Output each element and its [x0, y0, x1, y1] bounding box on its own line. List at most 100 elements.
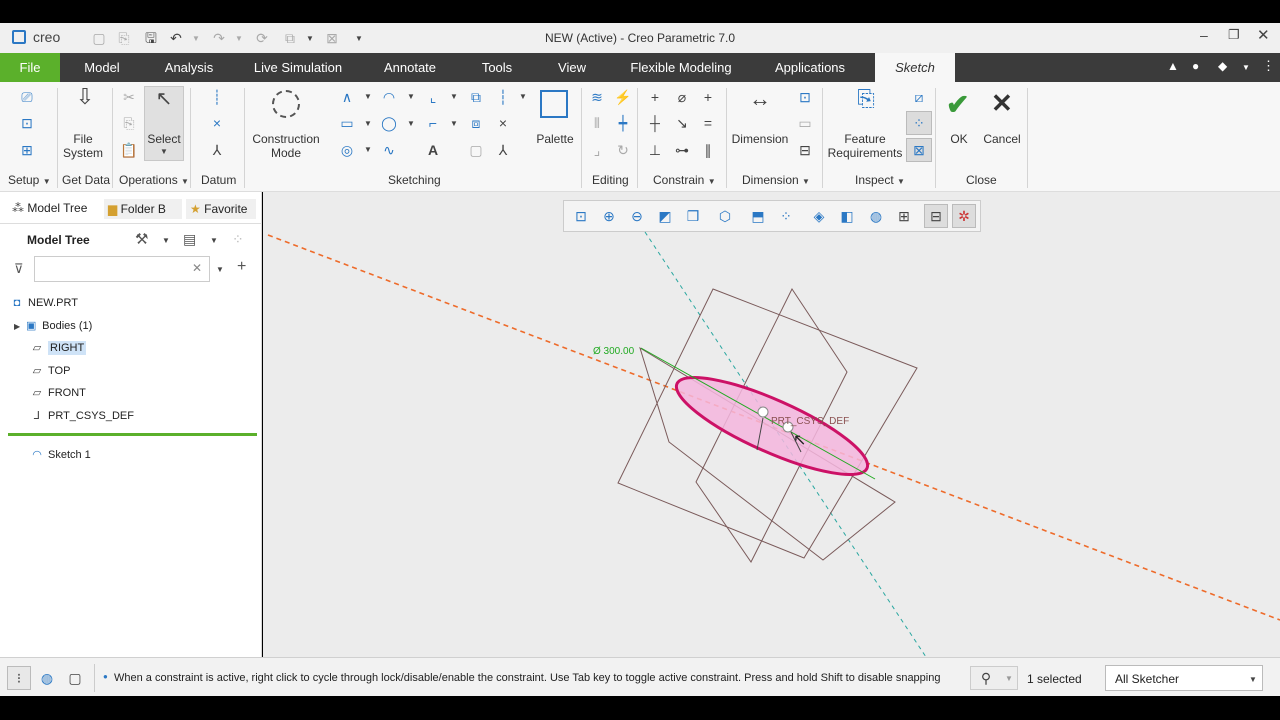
rectangle-dropdown-icon[interactable]: ▼	[364, 119, 372, 128]
spline-icon[interactable]: ∿	[380, 141, 398, 159]
insert-indicator[interactable]	[8, 433, 257, 436]
reference-icon[interactable]: ⊡	[18, 114, 36, 132]
graphics-area[interactable]: ⊡ ⊕ ⊖ ◩ ❒ ⬡ ⬒ ⁘ ◈ ◧ ◍ ⊞ ⊟ ✲ Ø 300.00 PRT…	[263, 192, 1280, 657]
search-dropdown-icon[interactable]: ▼	[216, 265, 224, 274]
shade-closed-loops-icon[interactable]: ⊠	[910, 141, 928, 159]
options-dropdown-icon[interactable]: ▼	[1242, 63, 1250, 72]
offset-icon[interactable]: ⧉	[467, 88, 485, 106]
settings-icon[interactable]: ⁘	[232, 231, 244, 248]
tab-flexible-modeling[interactable]: Flexible Modeling	[625, 53, 737, 82]
paste-icon[interactable]: 📋	[120, 141, 138, 159]
thicken-icon[interactable]: ⧈	[467, 114, 485, 132]
arc-icon[interactable]: ◠	[380, 88, 398, 106]
tab-model[interactable]: Model	[72, 53, 132, 82]
tree-search-input[interactable]	[34, 256, 210, 282]
group-constrain-label[interactable]: Constrain ▼	[653, 173, 716, 187]
chamfer-icon[interactable]: ⌐	[424, 114, 442, 132]
dimension-button[interactable]: Dimension	[730, 132, 790, 146]
tree-item-csys[interactable]: ⅃ PRT_CSYS_DEF	[30, 407, 134, 425]
centerline-icon[interactable]: ┊	[208, 88, 226, 106]
copy-icon[interactable]: ⎘	[120, 114, 138, 132]
tab-applications[interactable]: Applications	[770, 53, 850, 82]
tangent-icon[interactable]: ⌀	[673, 88, 691, 106]
circle-dropdown-icon[interactable]: ▼	[407, 119, 415, 128]
show-dropdown-icon[interactable]: ▼	[210, 236, 218, 245]
cut-icon[interactable]: ✂	[120, 88, 138, 106]
palette-icon[interactable]	[540, 90, 568, 118]
find-icon[interactable]: ⚲	[977, 669, 995, 687]
centerline-sk-icon[interactable]: ┆	[494, 88, 512, 106]
ok-check-icon[interactable]: ✔	[946, 88, 969, 121]
add-filter-icon[interactable]: +	[237, 258, 246, 276]
tree-item-front[interactable]: ▱ FRONT	[30, 384, 86, 402]
midpoint-icon[interactable]: ↘	[673, 114, 691, 132]
learning-icon[interactable]: ◆	[1218, 59, 1227, 73]
construction-mode-icon[interactable]	[272, 90, 300, 118]
find-dropdown-icon[interactable]: ▼	[1005, 674, 1013, 683]
cancel-x-icon[interactable]: ✕	[991, 88, 1013, 119]
tab-analysis[interactable]: Analysis	[156, 53, 222, 82]
full-screen-icon[interactable]: ▢	[66, 669, 84, 687]
line-icon[interactable]: ∧	[338, 88, 356, 106]
highlight-open-ends-icon[interactable]: ⁘	[910, 114, 928, 132]
point-icon[interactable]: ×	[208, 114, 226, 132]
clear-search-icon[interactable]: ✕	[192, 261, 202, 275]
parallel-icon[interactable]: ∥	[699, 141, 717, 159]
horizontal-icon[interactable]: ┼	[646, 114, 664, 132]
tree-item-top[interactable]: ▱ TOP	[30, 362, 71, 380]
close-icon[interactable]: ✕	[1257, 26, 1270, 44]
tab-tools[interactable]: Tools	[476, 53, 518, 82]
dimension-icon[interactable]: ↔	[744, 88, 776, 114]
rotate-resize-icon[interactable]: ↻	[614, 141, 632, 159]
perpendicular-icon[interactable]: ⊥	[646, 141, 664, 159]
equal-icon[interactable]: =	[699, 114, 717, 132]
selection-filter-select[interactable]: All Sketcher ▼	[1105, 665, 1263, 691]
ellipse-dropdown-icon[interactable]: ▼	[364, 145, 372, 154]
sketch-view-icon[interactable]: ⊞	[18, 141, 36, 159]
expand-icon[interactable]: ▶	[14, 322, 20, 331]
minimize-icon[interactable]: –	[1200, 27, 1208, 43]
circle-icon[interactable]: ◯	[380, 114, 398, 132]
ok-button[interactable]: OK	[942, 132, 976, 146]
tree-item-sketch[interactable]: ◠ Sketch 1	[30, 446, 91, 464]
fillet-dropdown-icon[interactable]: ▼	[450, 92, 458, 101]
arc-dropdown-icon[interactable]: ▼	[407, 92, 415, 101]
project-icon[interactable]: ▢	[467, 141, 485, 159]
sketch-setup-icon[interactable]: ⎚	[18, 88, 36, 106]
coordinate-system-icon[interactable]: ⅄	[208, 141, 226, 159]
tree-tools-icon[interactable]: ⚒	[135, 230, 148, 248]
file-system-icon[interactable]: ⇩	[74, 86, 96, 116]
modify-icon[interactable]: ≋	[588, 88, 606, 106]
tab-sketch[interactable]: Sketch	[875, 53, 955, 82]
tab-view[interactable]: View	[552, 53, 592, 82]
user-icon[interactable]: ●	[1192, 59, 1199, 73]
vertical-icon[interactable]: +	[646, 88, 664, 106]
perimeter-icon[interactable]: ⊡	[796, 88, 814, 106]
rectangle-icon[interactable]: ▭	[338, 114, 356, 132]
corner-icon[interactable]: ⌟	[588, 141, 606, 159]
cancel-button[interactable]: Cancel	[980, 132, 1024, 146]
tab-live-simulation[interactable]: Live Simulation	[250, 53, 346, 82]
sketch-point-icon[interactable]: ×	[494, 114, 512, 132]
tree-item-right[interactable]: ▱ RIGHT	[30, 339, 87, 357]
file-system-button[interactable]: File System	[62, 132, 104, 160]
feature-requirements-button[interactable]: Feature Requirements	[826, 132, 904, 160]
baseline-icon[interactable]: ▭	[796, 114, 814, 132]
palette-button[interactable]: Palette	[530, 132, 580, 146]
feature-requirements-icon[interactable]: ⎘	[854, 88, 878, 116]
select-arrow-icon[interactable]: ↖	[153, 89, 175, 116]
show-icon[interactable]: ▤	[183, 231, 196, 248]
line-dropdown-icon[interactable]: ▼	[364, 92, 372, 101]
tab-model-tree[interactable]: ⁂ Model Tree	[12, 201, 87, 215]
overlapping-geometry-icon[interactable]: ⧄	[910, 88, 928, 106]
browser-icon[interactable]: ◍	[38, 669, 56, 687]
centerline-dropdown-icon[interactable]: ▼	[519, 92, 527, 101]
tree-item-part[interactable]: ◘ NEW.PRT	[10, 294, 78, 312]
sketch-csys-icon[interactable]: ⅄	[494, 141, 512, 159]
minimize-ribbon-icon[interactable]: ▲	[1167, 59, 1179, 73]
help-icon[interactable]: ⋮	[1262, 58, 1275, 74]
ellipse-icon[interactable]: ◎	[338, 141, 356, 159]
group-dimension-label[interactable]: Dimension ▼	[742, 173, 810, 187]
select-dropdown-icon[interactable]: ▼	[160, 147, 168, 156]
tab-annotate[interactable]: Annotate	[378, 53, 442, 82]
